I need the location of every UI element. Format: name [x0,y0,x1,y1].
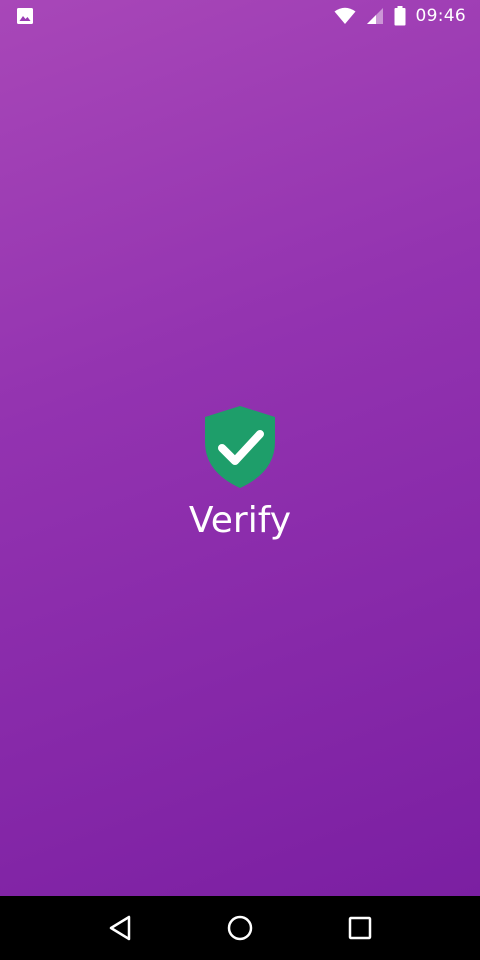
image-notification-icon [16,7,34,25]
navigation-bar [0,896,480,960]
recents-button[interactable] [328,896,392,960]
wifi-icon [334,7,356,25]
brand: Verify [0,404,480,541]
app-content: 09:46 Verify [0,0,480,896]
status-time: 09:46 [415,6,466,26]
recents-icon [348,916,372,940]
home-icon [227,915,253,941]
back-button[interactable] [88,896,152,960]
shield-check-icon [202,404,278,490]
home-button[interactable] [208,896,272,960]
status-left [16,7,34,25]
back-icon [108,915,132,941]
splash-screen: 09:46 Verify [0,0,480,960]
app-title: Verify [188,500,292,541]
battery-icon [394,6,406,26]
status-right: 09:46 [334,6,467,26]
status-bar: 09:46 [0,0,480,32]
signal-icon [366,7,384,25]
